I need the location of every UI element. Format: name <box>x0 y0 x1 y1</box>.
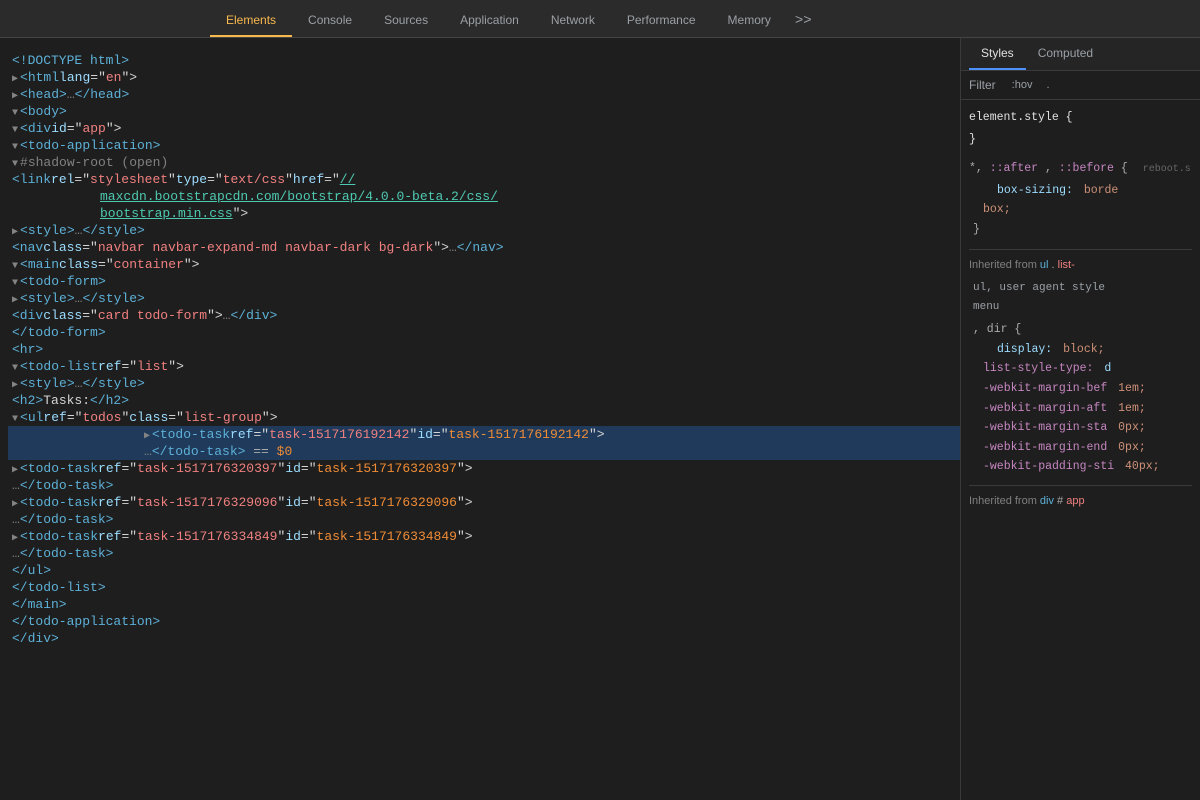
dom-line-main[interactable]: ▼ <main class =" container "> <box>12 256 960 273</box>
webkit-margin-aft: -webkit-margin-aft 1em; <box>969 399 1192 419</box>
tab-memory[interactable]: Memory <box>712 5 787 37</box>
dom-line-ul[interactable]: ▼ <ul ref =" todos " class =" list-group… <box>12 409 960 426</box>
universal-rule: *, ::after , ::before { reboot.s box-siz… <box>969 159 1192 239</box>
dom-line-close-todo-list: </todo-list> <box>12 579 960 596</box>
dot-button[interactable]: . <box>1042 77 1053 93</box>
tab-application[interactable]: Application <box>444 5 535 37</box>
dom-line-link-url1: maxcdn.bootstrapcdn.com/bootstrap/4.0.0-… <box>12 188 960 205</box>
tab-styles[interactable]: Styles <box>969 38 1026 70</box>
tab-network[interactable]: Network <box>535 5 611 37</box>
dom-line-close-div-app: </div> <box>12 630 960 647</box>
dom-line-link-url2: bootstrap.min.css "> <box>12 205 960 222</box>
list-style-type-prop: list-style-type: d <box>969 359 1192 379</box>
dom-line-todo-task-4[interactable]: ▶ <todo-task ref =" task-1517176334849 "… <box>12 528 960 545</box>
dom-line-todo-task-3-close: … </todo-task> <box>12 511 960 528</box>
dom-line-hr[interactable]: <hr> <box>12 341 960 358</box>
dom-line-todo-application[interactable]: ▼ <todo-application> <box>12 137 960 154</box>
dom-line-close-main: </main> <box>12 596 960 613</box>
dom-line-shadow-root[interactable]: ▼ #shadow-root (open) <box>12 154 960 171</box>
element-style-close: } <box>969 130 1192 150</box>
element-style-rule: element.style { } <box>969 108 1192 149</box>
dom-line-style3[interactable]: ▶ <style> … </style> <box>12 375 960 392</box>
dom-line-nav[interactable]: <nav class =" navbar navbar-expand-md na… <box>12 239 960 256</box>
universal-selector: *, ::after , ::before { reboot.s <box>969 159 1192 179</box>
universal-rule-close: } <box>969 220 1192 240</box>
dom-line-todo-task-2-close: … </todo-task> <box>12 477 960 494</box>
inherited-from-1: Inherited from ul . list- <box>969 249 1192 275</box>
menu-label: menu <box>969 298 1192 317</box>
dom-line-html[interactable]: ▶ <html lang =" en "> <box>12 69 960 86</box>
tab-elements[interactable]: Elements <box>210 5 292 37</box>
devtools-toolbar: Elements Console Sources Application Net… <box>0 0 1200 38</box>
dom-line-div-card[interactable]: <div class =" card todo-form "> … </div> <box>12 307 960 324</box>
user-agent-label: ul, user agent style <box>969 279 1192 298</box>
devtools-body: <!DOCTYPE html> ▶ <html lang =" en "> ▶ … <box>0 38 1200 800</box>
webkit-padding-sti: -webkit-padding-sti 40px; <box>969 457 1192 477</box>
webkit-margin-sta: -webkit-margin-sta 0px; <box>969 418 1192 438</box>
styles-panel-tabs: Styles Computed <box>961 38 1200 71</box>
element-style-selector: element.style { <box>969 108 1192 128</box>
styles-panel: Styles Computed Filter :hov . <box>960 38 1200 800</box>
dom-panel: <!DOCTYPE html> ▶ <html lang =" en "> ▶ … <box>0 38 960 800</box>
dom-line-h2[interactable]: <h2> Tasks: </h2> <box>12 392 960 409</box>
dom-line-style2[interactable]: ▶ <style> … </style> <box>12 290 960 307</box>
dom-line-div-app[interactable]: ▼ <div id =" app "> <box>12 120 960 137</box>
dom-line-head[interactable]: ▶ <head> … </head> <box>12 86 960 103</box>
box-sizing-prop: box-sizing: borde <box>969 181 1192 201</box>
styles-content: element.style { } *, ::after , ::before … <box>961 100 1200 522</box>
dom-line-todo-task-4-close: … </todo-task> <box>12 545 960 562</box>
styles-filter-row: Filter :hov . <box>961 71 1200 100</box>
webkit-margin-end: -webkit-margin-end 0px; <box>969 438 1192 458</box>
dom-line-doctype: <!DOCTYPE html> <box>12 52 960 69</box>
tab-console[interactable]: Console <box>292 5 368 37</box>
tab-sources[interactable]: Sources <box>368 5 444 37</box>
inherited-from-2: Inherited from div # app <box>969 485 1192 511</box>
dom-line-close-todo-form: </todo-form> <box>12 324 960 341</box>
dom-tree: <!DOCTYPE html> ▶ <html lang =" en "> ▶ … <box>0 44 960 647</box>
tab-computed[interactable]: Computed <box>1026 38 1105 70</box>
dom-line-todo-task-1-close: … </todo-task> == $0 <box>8 443 960 460</box>
hov-button[interactable]: :hov <box>1008 77 1037 93</box>
webkit-margin-bef: -webkit-margin-bef 1em; <box>969 379 1192 399</box>
dom-line-style1[interactable]: ▶ <style> … </style> <box>12 222 960 239</box>
devtools-window: Elements Console Sources Application Net… <box>0 0 1200 800</box>
more-tabs-button[interactable]: >> <box>787 5 820 37</box>
dir-rule: , dir { <box>969 320 1192 340</box>
dom-line-close-todo-app: </todo-application> <box>12 613 960 630</box>
dom-line-todo-form[interactable]: ▼ <todo-form> <box>12 273 960 290</box>
dom-line-link[interactable]: <link rel =" stylesheet " type =" text/c… <box>12 171 960 188</box>
dom-line-todo-task-1[interactable]: ▶ <todo-task ref =" task-1517176192142 "… <box>8 426 960 443</box>
dom-line-body[interactable]: ▼ <body> <box>12 103 960 120</box>
dom-line-todo-task-3[interactable]: ▶ <todo-task ref =" task-1517176329096 "… <box>12 494 960 511</box>
filter-label: Filter <box>969 78 996 92</box>
box-prop: box; <box>969 200 1192 220</box>
dom-line-todo-list[interactable]: ▼ <todo-list ref =" list "> <box>12 358 960 375</box>
display-prop: display: block; <box>969 340 1192 360</box>
tab-performance[interactable]: Performance <box>611 5 712 37</box>
dom-line-todo-task-2[interactable]: ▶ <todo-task ref =" task-1517176320397 "… <box>12 460 960 477</box>
dom-line-close-ul: </ul> <box>12 562 960 579</box>
